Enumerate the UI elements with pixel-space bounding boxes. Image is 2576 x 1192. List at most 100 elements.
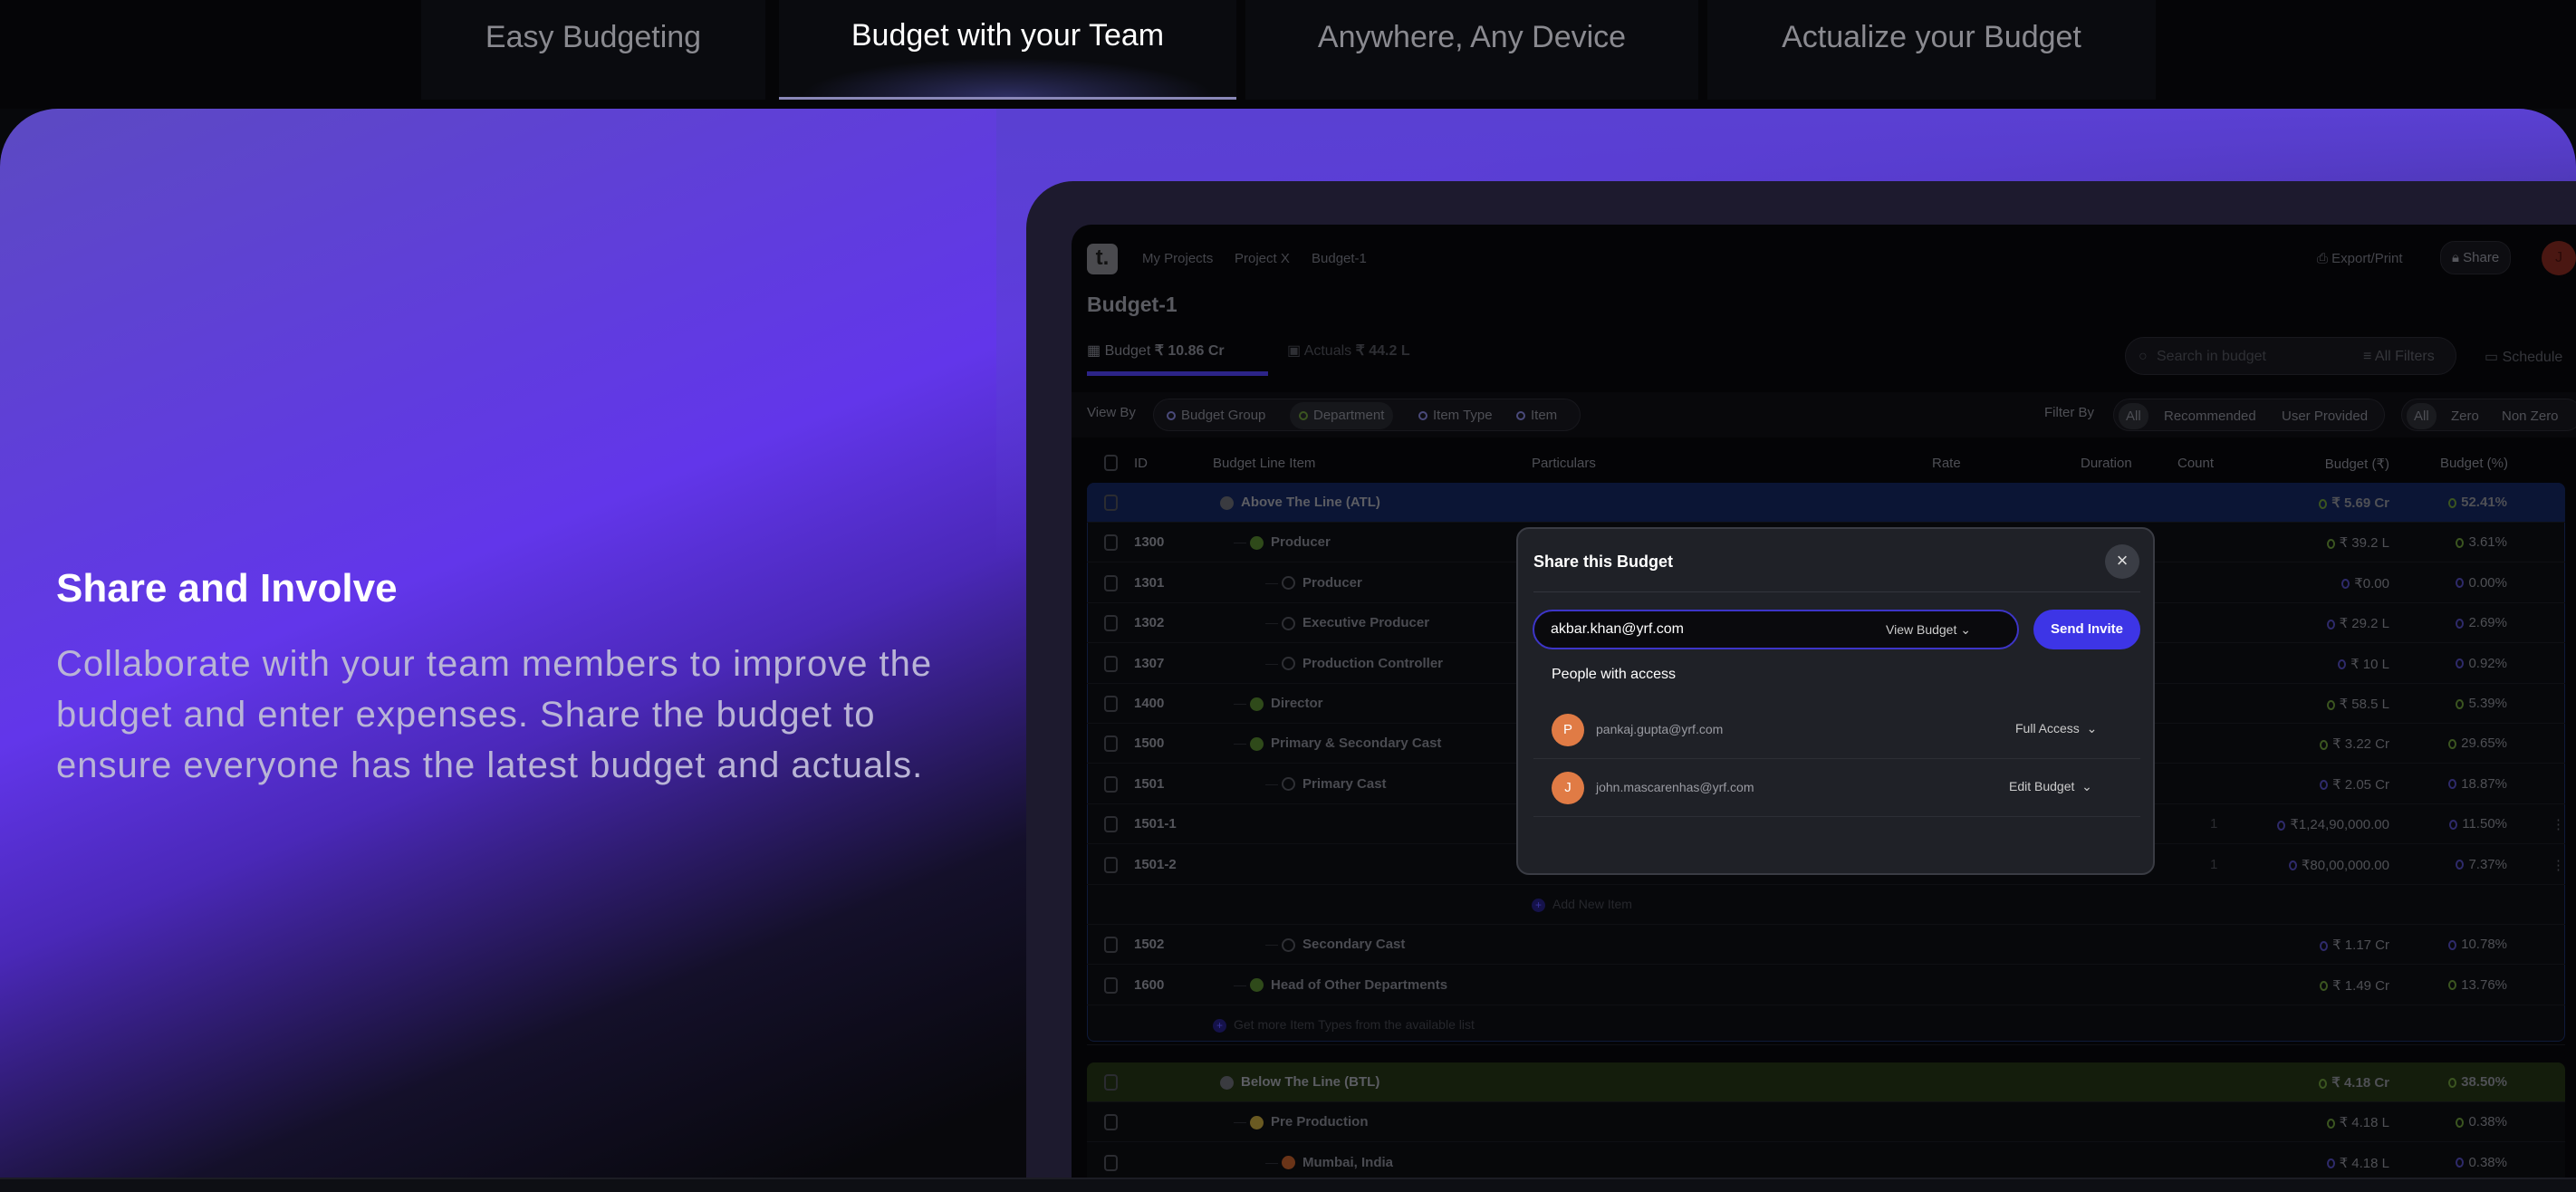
send-invite-button[interactable]: Send Invite bbox=[2033, 610, 2140, 649]
collapse-icon[interactable] bbox=[1282, 937, 1295, 952]
collapse-icon[interactable] bbox=[1282, 616, 1295, 630]
tab-budget[interactable]: ▦ Budget ₹ 10.86 Cr bbox=[1087, 341, 1225, 360]
tab-actuals[interactable]: ▣ Actuals ₹ 44.2 L bbox=[1287, 341, 1410, 360]
row-checkbox[interactable] bbox=[1104, 615, 1118, 632]
row-checkbox[interactable] bbox=[1104, 775, 1118, 793]
line-item-name[interactable]: Mumbai, India bbox=[1282, 1155, 1393, 1170]
plus-icon: + bbox=[1532, 898, 1545, 912]
access-select[interactable]: Edit Budget ⌄ bbox=[2009, 779, 2092, 794]
line-item-name[interactable]: Primary Cast bbox=[1282, 776, 1387, 792]
view-by-item-type[interactable]: Item Type bbox=[1418, 408, 1493, 423]
line-item-name[interactable]: Producer bbox=[1282, 575, 1362, 591]
budget-percent: 18.87% bbox=[2448, 776, 2507, 792]
view-by-budget-group[interactable]: Budget Group bbox=[1167, 408, 1265, 423]
row-checkbox[interactable] bbox=[1104, 534, 1118, 552]
expand-icon[interactable] bbox=[1250, 736, 1264, 751]
group-name[interactable]: Below The Line (BTL) bbox=[1220, 1074, 1379, 1090]
search-input[interactable]: ○ Search in budget ≡ All Filters bbox=[2125, 337, 2456, 375]
all-filters-button[interactable]: ≡ All Filters bbox=[2363, 349, 2435, 365]
budget-percent: 0.38% bbox=[2456, 1155, 2507, 1170]
status-dot-icon bbox=[2456, 578, 2465, 589]
export-print-button[interactable]: ⎙ Export/Print bbox=[2317, 251, 2403, 266]
tab-budget-with-team[interactable]: Budget with your Team bbox=[779, 0, 1236, 100]
row-checkbox[interactable] bbox=[1104, 816, 1118, 833]
budget-value: ₹ 1.17 Cr bbox=[2332, 937, 2389, 954]
budget-value: ₹ 1.49 Cr bbox=[2332, 977, 2389, 994]
status-dot-icon bbox=[2448, 738, 2457, 749]
breadcrumb-my-projects[interactable]: My Projects bbox=[1142, 251, 1213, 266]
expand-icon[interactable] bbox=[1250, 1115, 1264, 1130]
schedule-button[interactable]: ▭ Schedule bbox=[2485, 348, 2562, 366]
expand-icon[interactable] bbox=[1220, 1075, 1234, 1090]
row-checkbox[interactable] bbox=[1104, 937, 1118, 954]
table-row: 1600 Head of Other Departments ₹ 1.49 Cr 13… bbox=[1087, 966, 2565, 1005]
person-row: P pankaj.gupta@yrf.com Full Access ⌄ bbox=[1533, 701, 2140, 759]
group-name[interactable]: Above The Line (ATL) bbox=[1220, 495, 1380, 510]
breadcrumb-project[interactable]: Project X bbox=[1235, 251, 1290, 266]
access-select[interactable]: Full Access ⌄ bbox=[2015, 721, 2097, 736]
zero-filter-non-zero[interactable]: Non Zero bbox=[2502, 409, 2559, 424]
permission-select[interactable]: View Budget ⌄ bbox=[1886, 622, 1971, 638]
row-checkbox[interactable] bbox=[1104, 976, 1118, 994]
row-checkbox[interactable] bbox=[1104, 574, 1118, 591]
get-more-item-types-link[interactable]: + Get more Item Types from the available … bbox=[1213, 1017, 1475, 1033]
line-item-name[interactable]: Head of Other Departments bbox=[1250, 977, 1447, 993]
percent-value: 0.38% bbox=[2468, 1114, 2507, 1130]
percent-value: 52.41% bbox=[2461, 495, 2507, 510]
share-button[interactable]: 🔒︎ Share bbox=[2440, 241, 2512, 274]
email-value: akbar.khan@yrf.com bbox=[1551, 621, 1684, 637]
filter-all[interactable]: All bbox=[2119, 403, 2148, 429]
collapse-icon[interactable] bbox=[1282, 576, 1295, 591]
collapse-icon[interactable] bbox=[1282, 1156, 1295, 1170]
row-checkbox[interactable] bbox=[1104, 1114, 1118, 1131]
breadcrumb-budget[interactable]: Budget-1 bbox=[1312, 251, 1367, 266]
line-item-name[interactable]: Pre Production bbox=[1250, 1114, 1369, 1130]
expand-icon[interactable] bbox=[1250, 978, 1264, 993]
user-avatar[interactable]: J bbox=[2542, 241, 2576, 275]
zero-filter-all[interactable]: All bbox=[2407, 403, 2437, 429]
row-checkbox[interactable] bbox=[1104, 655, 1118, 672]
row-checkbox[interactable] bbox=[1104, 735, 1118, 753]
budget-percent: 0.00% bbox=[2456, 575, 2507, 591]
add-new-item-button[interactable]: + Add New Item bbox=[1532, 897, 1632, 912]
kebab-menu-icon[interactable]: ⋮ bbox=[2552, 816, 2565, 832]
filter-user-provided[interactable]: User Provided bbox=[2282, 409, 2368, 424]
row-checkbox[interactable] bbox=[1104, 856, 1118, 873]
email-input[interactable]: akbar.khan@yrf.com View Budget ⌄ bbox=[1533, 610, 2019, 649]
active-tab-indicator bbox=[1087, 371, 1268, 376]
tab-anywhere-any-device[interactable]: Anywhere, Any Device bbox=[1245, 0, 1698, 100]
row-checkbox[interactable] bbox=[1104, 1074, 1118, 1091]
filter-recommended[interactable]: Recommended bbox=[2164, 409, 2256, 424]
row-checkbox[interactable] bbox=[1104, 1154, 1118, 1171]
expand-icon[interactable] bbox=[1220, 495, 1234, 510]
line-item-name[interactable]: Producer bbox=[1250, 534, 1331, 550]
collapse-icon[interactable] bbox=[1282, 777, 1295, 792]
tab-easy-budgeting[interactable]: Easy Budgeting bbox=[421, 0, 765, 100]
select-all-checkbox[interactable] bbox=[1104, 455, 1118, 471]
view-by-item[interactable]: Item bbox=[1516, 408, 1557, 423]
zero-filter-zero[interactable]: Zero bbox=[2451, 409, 2479, 424]
expand-icon[interactable] bbox=[1250, 697, 1264, 711]
budget-amount: ₹1,24,90,000.00 bbox=[2277, 816, 2389, 832]
tab-actualize-budget[interactable]: Actualize your Budget bbox=[1707, 0, 2156, 100]
expand-icon[interactable] bbox=[1250, 535, 1264, 550]
row-checkbox[interactable] bbox=[1104, 495, 1118, 511]
table-row: 1502 Secondary Cast ₹ 1.17 Cr 10.78% bbox=[1087, 925, 2565, 966]
budget-amount: ₹ 4.18 L bbox=[2326, 1155, 2389, 1171]
line-item-label: Producer bbox=[1271, 534, 1331, 551]
line-item-name[interactable]: Primary & Secondary Cast bbox=[1250, 735, 1441, 751]
line-item-name[interactable]: Director bbox=[1250, 696, 1323, 711]
line-item-name[interactable]: Secondary Cast bbox=[1282, 937, 1405, 952]
line-item-label: Production Controller bbox=[1302, 655, 1443, 671]
view-by-department[interactable]: Department bbox=[1290, 402, 1394, 429]
budget-percent: 10.78% bbox=[2448, 937, 2507, 952]
person-email: pankaj.gupta@yrf.com bbox=[1596, 722, 1724, 736]
kebab-menu-icon[interactable]: ⋮ bbox=[2552, 857, 2565, 873]
collapse-icon[interactable] bbox=[1282, 657, 1295, 671]
line-item-name[interactable]: Executive Producer bbox=[1282, 615, 1429, 630]
budget-value: ₹80,00,000.00 bbox=[2301, 857, 2389, 873]
close-icon[interactable]: × bbox=[2105, 544, 2139, 579]
line-item-label: Executive Producer bbox=[1302, 615, 1430, 631]
line-item-name[interactable]: Production Controller bbox=[1282, 656, 1443, 671]
row-checkbox[interactable] bbox=[1104, 696, 1118, 712]
